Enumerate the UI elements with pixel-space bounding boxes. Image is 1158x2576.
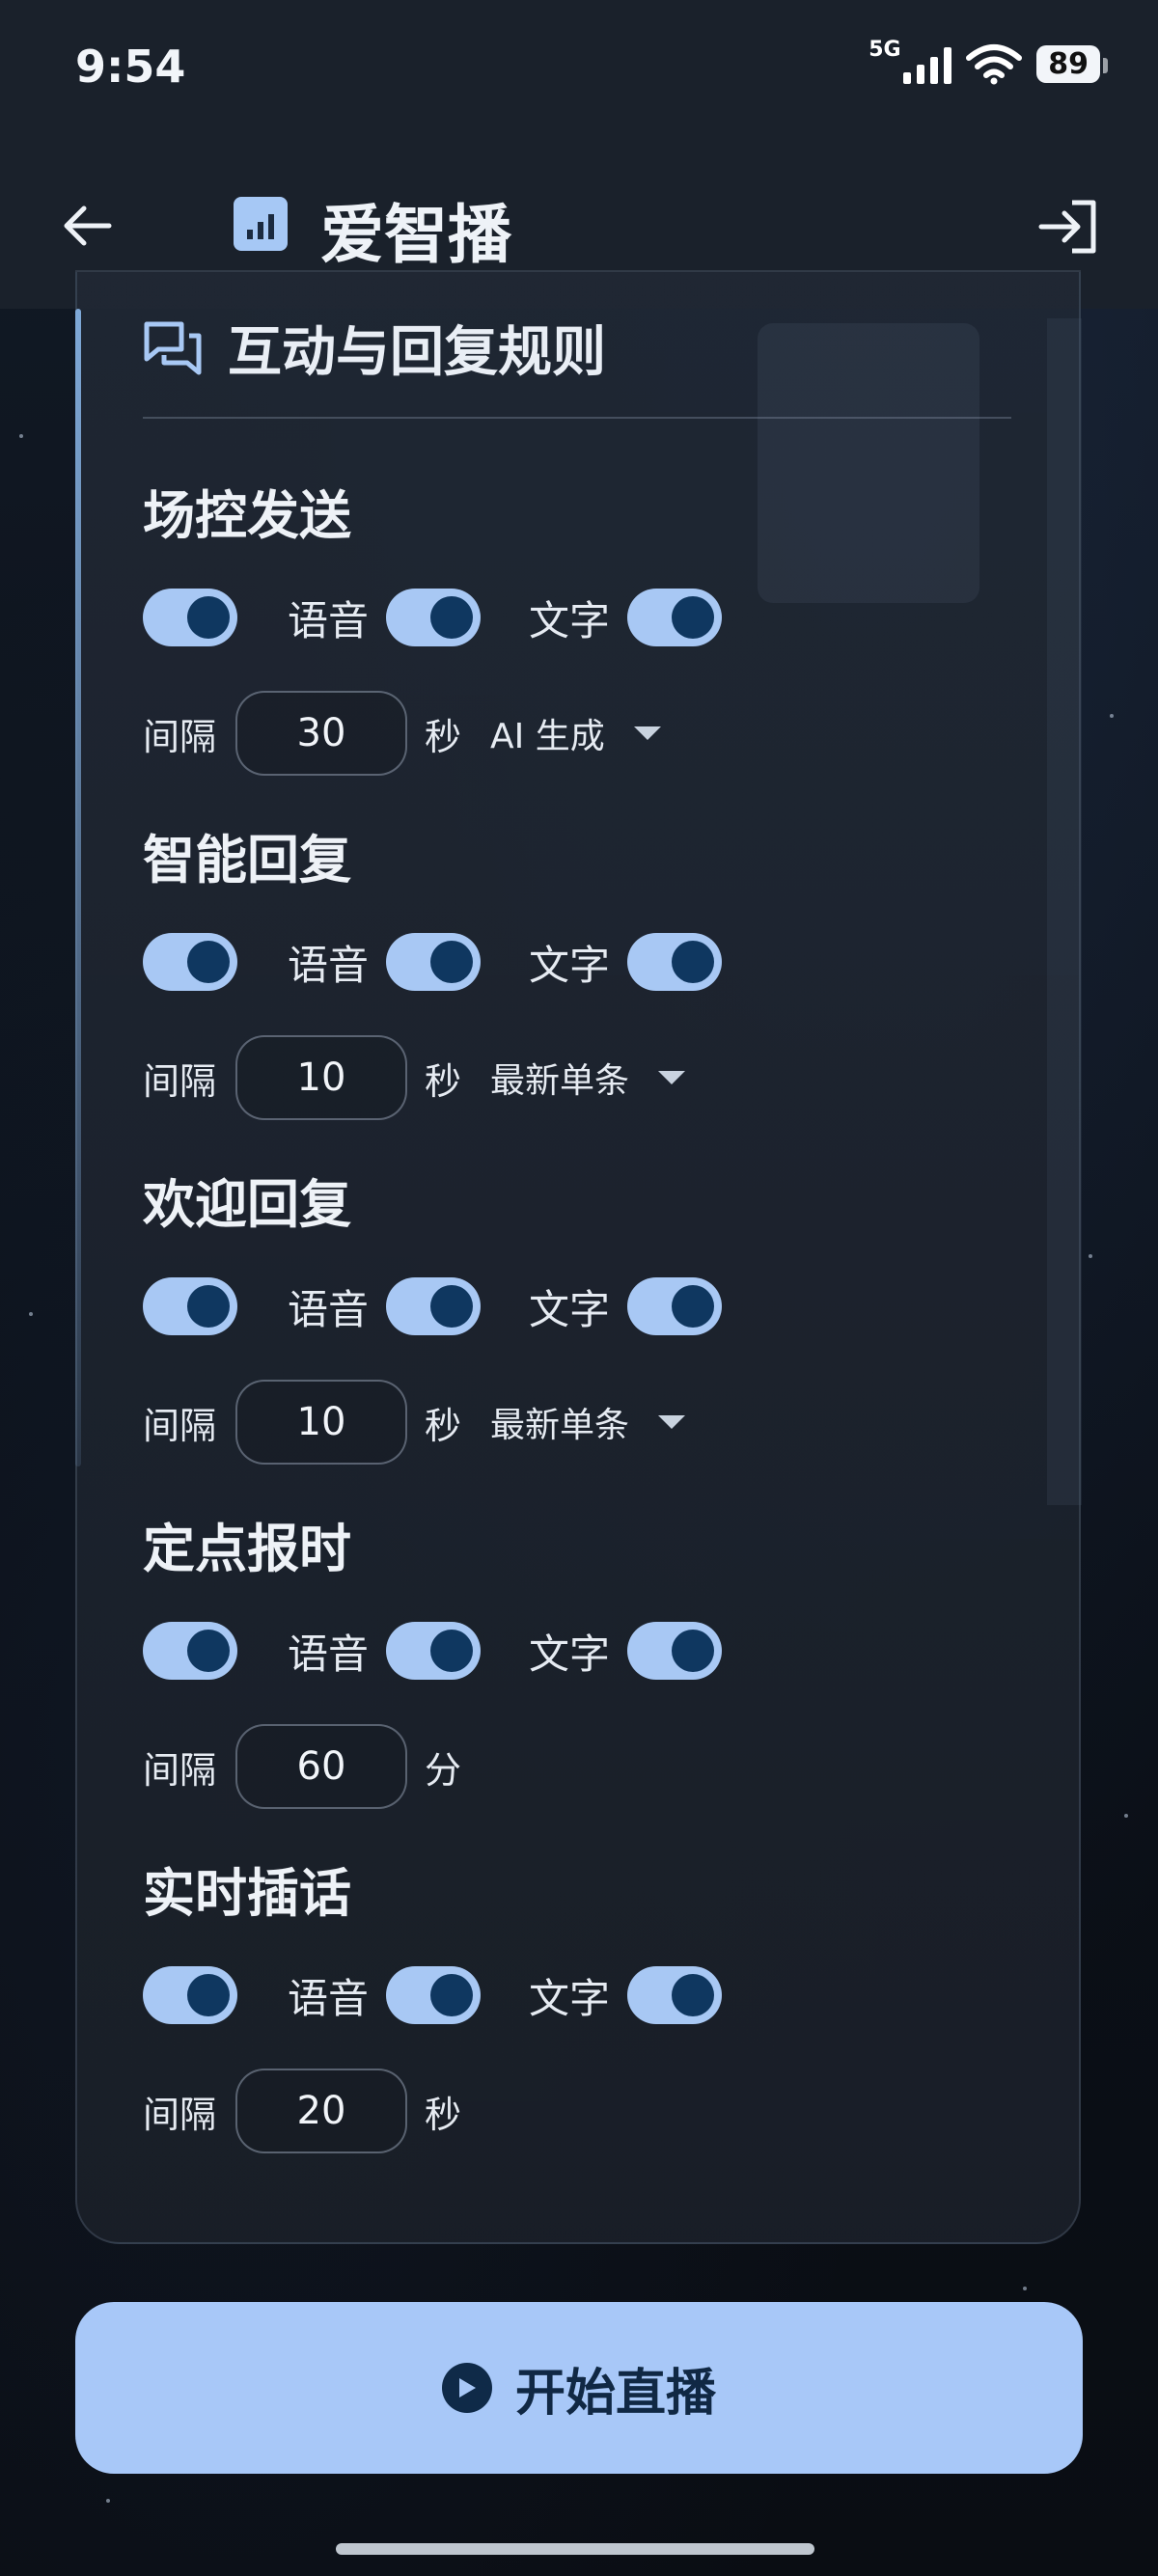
section-time-announce: 定点报时 语音 文字 间隔 60 分 (143, 1516, 1060, 1811)
mode-dropdown[interactable]: AI 生成 (490, 708, 661, 758)
interval-input[interactable]: 60 (235, 1724, 407, 1809)
voice-toggle[interactable] (386, 589, 482, 646)
interval-unit: 分 (425, 1748, 462, 1792)
wifi-icon (966, 44, 1023, 85)
voice-label: 语音 (288, 596, 370, 644)
network-type: 5G (868, 38, 901, 62)
caret-down-icon (658, 1415, 686, 1429)
section-live-interject: 实时插话 语音 文字 间隔 20 秒 (143, 1860, 1060, 2155)
toggle-row: 语音 文字 (143, 1620, 1060, 1682)
section-title: 定点报时 (143, 1519, 351, 1579)
text-toggle[interactable] (627, 1277, 723, 1335)
section-smart-reply: 智能回复 语音 文字 间隔 10 秒 最新单条 (143, 827, 1060, 1122)
interval-row: 间隔 10 秒 最新单条 (143, 1378, 1060, 1466)
text-label: 文字 (529, 1974, 611, 2022)
interval-unit: 秒 (425, 2093, 462, 2136)
section-field-control: 场控发送 语音 文字 间隔 30 秒 AI 生成 (143, 482, 1060, 778)
interval-row: 间隔 10 秒 最新单条 (143, 1033, 1060, 1122)
voice-toggle[interactable] (386, 1966, 482, 2024)
bar-chart-icon (234, 197, 288, 251)
mode-dropdown[interactable]: 最新单条 (490, 1397, 686, 1447)
voice-label: 语音 (288, 941, 370, 989)
battery-indicator: 89 (1036, 44, 1108, 83)
toggle-row: 语音 文字 (143, 1964, 1060, 2026)
star (19, 434, 23, 438)
interval-unit: 秒 (425, 715, 462, 758)
back-button[interactable] (56, 195, 118, 257)
text-toggle[interactable] (627, 933, 723, 991)
mode-value: 最新单条 (490, 1061, 630, 1101)
voice-label: 语音 (288, 1285, 370, 1333)
card-accent-bar (75, 309, 81, 1466)
star (29, 1312, 33, 1316)
status-time: 9:54 (75, 41, 186, 93)
toggle-row: 语音 文字 (143, 1275, 1060, 1337)
section-title: 欢迎回复 (143, 1174, 351, 1235)
section-title: 智能回复 (143, 830, 351, 891)
section-title: 实时插话 (143, 1863, 351, 1924)
interval-input[interactable]: 20 (235, 2069, 407, 2153)
interval-unit: 秒 (425, 1404, 462, 1447)
toggle-row: 语音 文字 (143, 931, 1060, 993)
voice-toggle[interactable] (386, 1277, 482, 1335)
home-indicator[interactable] (336, 2543, 814, 2555)
main-toggle[interactable] (143, 589, 237, 646)
interval-input[interactable]: 10 (235, 1380, 407, 1465)
interval-row: 间隔 60 分 (143, 1722, 1060, 1811)
play-circle-icon (441, 2363, 492, 2413)
text-label: 文字 (529, 1630, 611, 1678)
interval-row: 间隔 30 秒 AI 生成 (143, 689, 1060, 778)
card-title: 互动与回复规则 (228, 321, 606, 384)
status-bar: 9:54 5G 89 (0, 0, 1158, 135)
arrow-left-icon (64, 206, 112, 246)
main-toggle[interactable] (143, 933, 237, 991)
interval-unit: 秒 (425, 1059, 462, 1103)
interval-label: 间隔 (143, 715, 217, 758)
app-title: 爱智播 (320, 198, 511, 272)
login-icon (1038, 200, 1096, 254)
start-live-button[interactable]: 开始直播 (75, 2302, 1083, 2474)
mode-dropdown[interactable]: 最新单条 (490, 1053, 686, 1103)
toggle-row: 语音 文字 (143, 587, 1060, 648)
text-toggle[interactable] (627, 1622, 723, 1680)
star (1110, 714, 1114, 718)
card-header: 互动与回复规则 (143, 309, 606, 387)
start-live-label: 开始直播 (514, 2364, 716, 2423)
text-toggle[interactable] (627, 589, 723, 646)
star (1124, 1814, 1128, 1818)
interval-label: 间隔 (143, 1059, 217, 1103)
text-label: 文字 (529, 941, 611, 989)
mode-value: AI 生成 (490, 717, 605, 756)
text-label: 文字 (529, 1285, 611, 1333)
main-toggle[interactable] (143, 1277, 237, 1335)
cellular-signal-icon: 5G (868, 38, 952, 84)
caret-down-icon (658, 1071, 686, 1084)
section-welcome-reply: 欢迎回复 语音 文字 间隔 10 秒 最新单条 (143, 1171, 1060, 1466)
section-title: 场控发送 (143, 485, 351, 546)
voice-label: 语音 (288, 1630, 370, 1678)
interval-input[interactable]: 10 (235, 1035, 407, 1120)
interval-label: 间隔 (143, 1404, 217, 1447)
voice-label: 语音 (288, 1974, 370, 2022)
text-label: 文字 (529, 596, 611, 644)
mode-value: 最新单条 (490, 1406, 630, 1445)
main-toggle[interactable] (143, 1966, 237, 2024)
interval-label: 间隔 (143, 2093, 217, 2136)
interval-input[interactable]: 30 (235, 691, 407, 776)
star (1089, 1254, 1092, 1258)
voice-toggle[interactable] (386, 933, 482, 991)
interval-row: 间隔 20 秒 (143, 2067, 1060, 2155)
header-divider (143, 417, 1011, 419)
login-button[interactable] (1034, 193, 1102, 260)
caret-down-icon (633, 726, 661, 740)
voice-toggle[interactable] (386, 1622, 482, 1680)
chat-bubbles-icon (144, 321, 202, 374)
text-toggle[interactable] (627, 1966, 723, 2024)
status-icons: 5G 89 (868, 38, 1108, 85)
main-toggle[interactable] (143, 1622, 237, 1680)
interval-label: 间隔 (143, 1748, 217, 1792)
star (106, 2499, 110, 2503)
star (1023, 2287, 1027, 2290)
